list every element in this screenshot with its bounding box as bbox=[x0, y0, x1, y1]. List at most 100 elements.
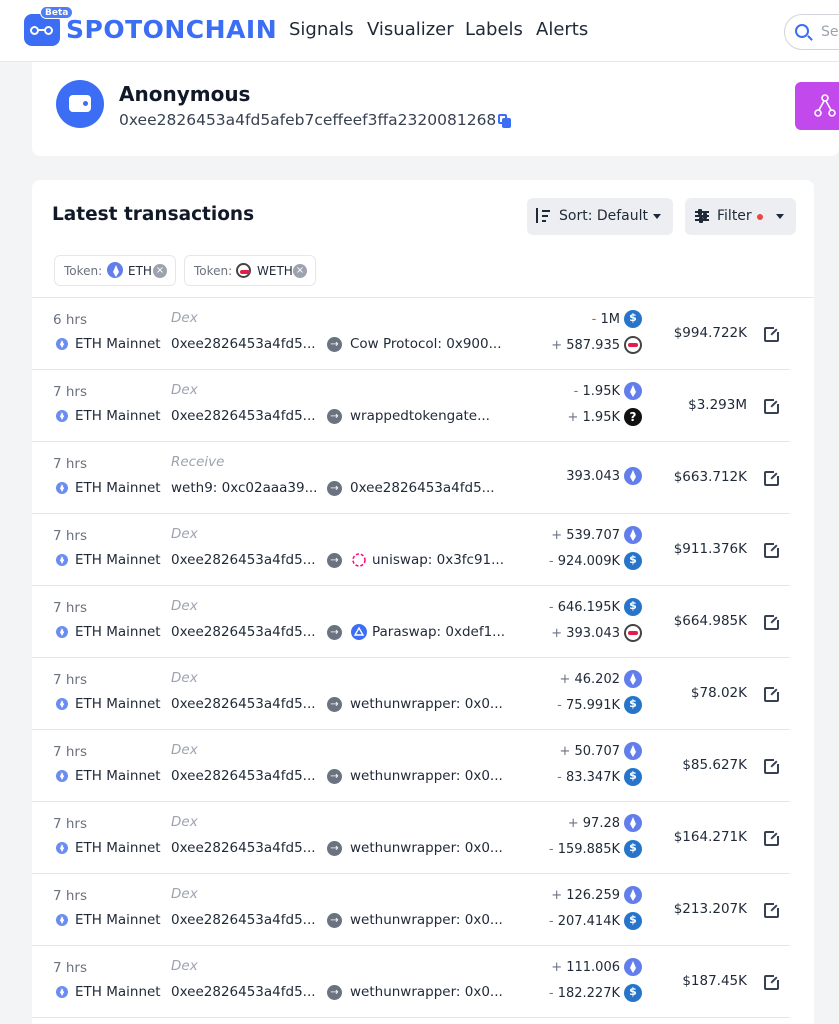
weth-icon bbox=[624, 624, 642, 642]
amount-value: 111.006 bbox=[566, 960, 620, 975]
tx-type: Dex bbox=[171, 382, 198, 398]
tx-amount: + 587.935 bbox=[551, 338, 620, 353]
transaction-row[interactable]: 7 hrs ETH Mainnet Dex 0xee2826453a4fd5... → P… bbox=[32, 586, 814, 658]
nav-signals[interactable]: Signals bbox=[289, 19, 354, 40]
external-link-icon[interactable] bbox=[764, 470, 780, 486]
usdc-icon bbox=[624, 840, 642, 858]
tx-amount: + 126.259 bbox=[551, 888, 620, 903]
tx-amount: + 1.95K bbox=[567, 410, 620, 425]
filter-dropdown[interactable]: Filter bbox=[685, 198, 796, 235]
transaction-row[interactable]: 7 hrs ETH Mainnet Dex 0xee2826453a4fd5... → w… bbox=[32, 946, 814, 1018]
sort-icon bbox=[536, 208, 550, 224]
external-link-icon[interactable] bbox=[764, 326, 780, 342]
amount-value: 393.043 bbox=[566, 469, 620, 484]
transaction-row[interactable]: 7 hrs ETH Mainnet Dex 0xee2826453a4fd5... → w… bbox=[32, 370, 814, 442]
arrow-right-icon: → bbox=[327, 769, 342, 784]
copy-address-icon[interactable] bbox=[498, 114, 512, 128]
visualizer-graph-button[interactable] bbox=[795, 82, 839, 130]
transaction-row[interactable]: 7 hrs ETH Mainnet Dex 0xee2826453a4fd5... → w… bbox=[32, 730, 814, 802]
external-link-icon[interactable] bbox=[764, 398, 780, 414]
eth-chain-icon bbox=[56, 338, 68, 350]
tx-chain: ETH Mainnet bbox=[75, 984, 161, 1000]
tx-from-address[interactable]: 0xee2826453a4fd5... bbox=[171, 840, 316, 856]
eth-chain-icon bbox=[56, 770, 68, 782]
external-link-icon[interactable] bbox=[764, 542, 780, 558]
amount-sign: + bbox=[559, 744, 571, 759]
tx-from-address[interactable]: weth9: 0xc02aaa39... bbox=[171, 480, 317, 496]
external-link-icon[interactable] bbox=[764, 686, 780, 702]
tx-from-address[interactable]: 0xee2826453a4fd5... bbox=[171, 768, 316, 784]
transaction-row[interactable]: 7 hrs ETH Mainnet Dex 0xee2826453a4fd5... → u… bbox=[32, 514, 814, 586]
eth-chain-icon bbox=[56, 986, 68, 998]
tx-to-address[interactable]: wethunwrapper: 0x0... bbox=[350, 984, 503, 1000]
tx-to-address[interactable]: uniswap: 0x3fc91... bbox=[372, 552, 504, 568]
tx-amount: - 1M bbox=[592, 312, 620, 327]
eth-icon bbox=[624, 382, 642, 400]
transaction-row[interactable]: 7 hrs ETH Mainnet Dex 0xee2826453a4fd5... → w… bbox=[32, 802, 814, 874]
tx-from-address[interactable]: 0xee2826453a4fd5... bbox=[171, 624, 316, 640]
sort-dropdown[interactable]: Sort: Default bbox=[527, 198, 673, 235]
tx-chain: ETH Mainnet bbox=[75, 624, 161, 640]
brand-name[interactable]: SPOTONCHAIN bbox=[66, 15, 277, 44]
tx-from-address[interactable]: 0xee2826453a4fd5... bbox=[171, 552, 316, 568]
usdc-icon bbox=[624, 310, 642, 328]
tx-usd-value: $911.376K bbox=[673, 541, 747, 557]
tx-amount: + 111.006 bbox=[551, 960, 620, 975]
tx-to-address[interactable]: Cow Protocol: 0x900... bbox=[350, 336, 501, 352]
eth-icon bbox=[624, 526, 642, 544]
eth-icon bbox=[624, 742, 642, 760]
nav-labels[interactable]: Labels bbox=[465, 19, 523, 40]
tx-to-address[interactable]: wethunwrapper: 0x0... bbox=[350, 840, 503, 856]
arrow-right-icon: → bbox=[327, 625, 342, 640]
nav-alerts[interactable]: Alerts bbox=[536, 19, 588, 40]
tx-to-address[interactable]: wethunwrapper: 0x0... bbox=[350, 768, 503, 784]
tx-to-address[interactable]: wethunwrapper: 0x0... bbox=[350, 696, 503, 712]
tx-type: Receive bbox=[171, 454, 225, 470]
active-filter-dot bbox=[757, 214, 763, 220]
tx-type: Dex bbox=[171, 814, 198, 830]
transaction-row[interactable]: 7 hrs ETH Mainnet Receive weth9: 0xc02aaa39… bbox=[32, 442, 814, 514]
tx-to-address[interactable]: wethunwrapper: 0x0... bbox=[350, 912, 503, 928]
eth-icon bbox=[624, 814, 642, 832]
tx-from-address[interactable]: 0xee2826453a4fd5... bbox=[171, 408, 316, 424]
tx-usd-value: $78.02K bbox=[690, 685, 747, 701]
external-link-icon[interactable] bbox=[764, 974, 780, 990]
amount-value: 207.414K bbox=[557, 914, 620, 929]
eth-icon bbox=[624, 958, 642, 976]
tx-time: 7 hrs bbox=[53, 960, 88, 976]
tx-amount: - 182.227K bbox=[549, 986, 620, 1001]
amount-sign: - bbox=[557, 770, 562, 785]
remove-filter-icon[interactable]: × bbox=[153, 264, 167, 278]
usdc-icon bbox=[624, 984, 642, 1002]
tx-usd-value: $164.271K bbox=[673, 829, 747, 845]
transaction-row[interactable]: 7 hrs ETH Mainnet Dex 0xee2826453a4fd5... → w… bbox=[32, 658, 814, 730]
tx-from-address[interactable]: 0xee2826453a4fd5... bbox=[171, 984, 316, 1000]
external-link-icon[interactable] bbox=[764, 614, 780, 630]
tx-to-address[interactable]: wrappedtokengate... bbox=[350, 408, 490, 424]
external-link-icon[interactable] bbox=[764, 758, 780, 774]
remove-filter-icon[interactable]: × bbox=[293, 264, 307, 278]
tx-to-address[interactable]: 0xee2826453a4fd5... bbox=[350, 480, 495, 496]
tx-to-address[interactable]: Paraswap: 0xdef1... bbox=[372, 624, 505, 640]
search-input[interactable]: Se bbox=[784, 14, 839, 50]
tx-amount: + 97.28 bbox=[568, 816, 620, 831]
tx-type: Dex bbox=[171, 598, 198, 614]
external-link-icon[interactable] bbox=[764, 830, 780, 846]
chip-key: Token: bbox=[64, 264, 103, 278]
nav-visualizer[interactable]: Visualizer bbox=[367, 19, 454, 40]
amount-sign: + bbox=[551, 338, 563, 353]
tx-from-address[interactable]: 0xee2826453a4fd5... bbox=[171, 696, 316, 712]
unknown-token-icon: ? bbox=[624, 408, 642, 426]
external-link-icon[interactable] bbox=[764, 902, 780, 918]
arrow-right-icon: → bbox=[327, 553, 342, 568]
tx-from-address[interactable]: 0xee2826453a4fd5... bbox=[171, 336, 316, 352]
amount-value: 75.991K bbox=[565, 698, 620, 713]
amount-sign: + bbox=[551, 528, 563, 543]
amount-value: 97.28 bbox=[582, 816, 620, 831]
tx-from-address[interactable]: 0xee2826453a4fd5... bbox=[171, 912, 316, 928]
amount-value: 1M bbox=[600, 312, 621, 327]
amount-sign: - bbox=[548, 600, 554, 615]
transaction-row[interactable]: 6 hrs ETH Mainnet Dex 0xee2826453a4fd5... → C… bbox=[32, 298, 814, 370]
amount-value: 182.227K bbox=[557, 986, 620, 1001]
transaction-row[interactable]: 7 hrs ETH Mainnet Dex 0xee2826453a4fd5... → w… bbox=[32, 874, 814, 946]
